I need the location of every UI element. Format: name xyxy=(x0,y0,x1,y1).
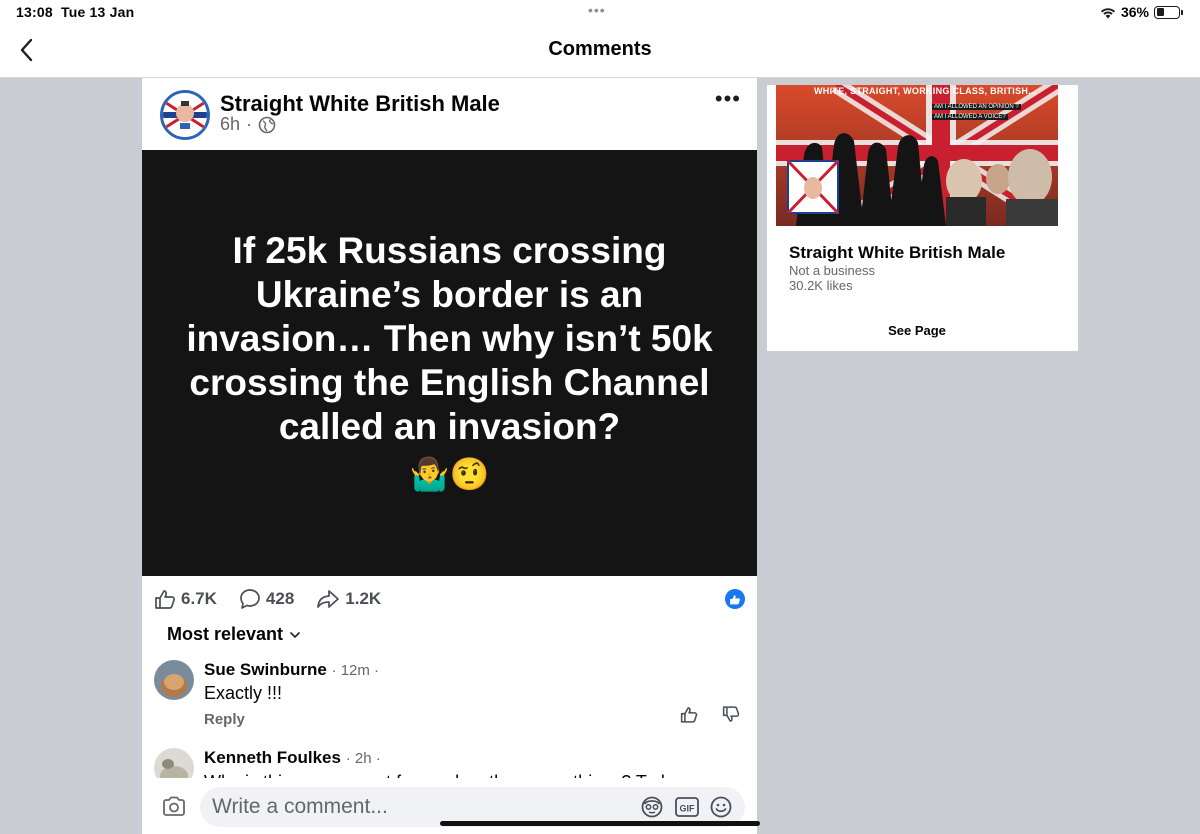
post-time[interactable]: 6h xyxy=(220,114,240,135)
cover-subline-2: AM I ALLOWED A VOICE? xyxy=(932,114,1008,120)
comment-time: · 2h · xyxy=(345,750,381,767)
cover-subline-1: AM I ALLOWED AN OPINION ? xyxy=(932,104,1021,110)
reactions-count: 6.7K xyxy=(181,589,217,608)
page-category: Not a business xyxy=(789,263,875,278)
avatar-photo xyxy=(154,748,194,782)
page-name[interactable]: Straight White British Male xyxy=(789,243,1005,263)
commenter-name-text: Kenneth Foulkes xyxy=(204,748,341,767)
share-button[interactable]: 1.2K xyxy=(316,589,381,609)
page-likes: 30.2K likes xyxy=(789,278,853,293)
post-text: If 25k Russians crossing Ukraine’s borde… xyxy=(186,230,713,447)
post-image[interactable]: If 25k Russians crossing Ukraine’s borde… xyxy=(142,150,757,576)
emoji-button[interactable] xyxy=(709,795,733,824)
like-button[interactable]: 6.7K xyxy=(154,589,217,609)
chevron-down-icon xyxy=(290,631,300,638)
page-cover-image[interactable]: WHITE, STRAIGHT, WORKING CLASS, BRITISH.… xyxy=(776,85,1058,226)
gif-icon: GIF xyxy=(675,797,699,817)
thumbs-up-icon xyxy=(680,707,698,723)
comment-upvote-button[interactable] xyxy=(680,706,698,728)
avatar-photo xyxy=(154,660,194,700)
page-title: Comments xyxy=(548,38,652,60)
wifi-icon xyxy=(1100,7,1115,18)
sort-dropdown[interactable]: Most relevant xyxy=(167,624,301,645)
camera-icon xyxy=(163,796,185,816)
top-bar: 13:08 Tue 13 Jan ••• 36% Comments xyxy=(0,0,1200,78)
battery-percent: 36% xyxy=(1120,4,1149,20)
post-meta: 6h · xyxy=(220,114,276,135)
meta-separator: · xyxy=(246,114,253,134)
commenter-name[interactable]: Sue Swinburne · 12m · xyxy=(204,660,379,680)
thumbs-up-icon xyxy=(155,590,175,609)
comment-item: Sue Swinburne · 12m · Exactly !!! Reply xyxy=(154,660,745,730)
more-options-button[interactable]: ••• xyxy=(715,86,741,112)
avatar-sticker-icon xyxy=(641,796,663,818)
thumbs-up-icon xyxy=(730,594,740,604)
battery-icon xyxy=(1154,5,1183,19)
gif-button[interactable]: GIF xyxy=(674,795,700,824)
status-indicators: 36% xyxy=(1100,4,1183,20)
status-time: 13:08 Tue 13 Jan xyxy=(16,4,134,20)
commenter-name-text: Sue Swinburne xyxy=(204,660,327,679)
commenter-avatar[interactable] xyxy=(154,660,194,700)
clock: 13:08 xyxy=(16,4,53,20)
smiley-icon xyxy=(710,796,732,818)
thumbs-down-icon xyxy=(722,706,740,722)
comment-time: · 12m · xyxy=(331,662,380,679)
post-card: Straight White British Male 6h · ••• If … xyxy=(142,78,757,834)
post-actions: 6.7K 428 1.2K xyxy=(154,586,745,612)
page-card: WHITE, STRAIGHT, WORKING CLASS, BRITISH.… xyxy=(767,85,1078,351)
home-indicator[interactable] xyxy=(440,821,760,826)
post-emojis: 🤷‍♂️🤨 xyxy=(409,456,490,492)
comment-text: Exactly !!! xyxy=(204,683,283,703)
globe-icon xyxy=(258,116,276,133)
sort-label: Most relevant xyxy=(167,624,284,644)
comment-input[interactable] xyxy=(212,793,632,821)
date: Tue 13 Jan xyxy=(61,4,135,20)
share-arrow-icon xyxy=(317,590,340,608)
page-avatar[interactable] xyxy=(160,90,210,140)
commenter-name[interactable]: Kenneth Foulkes · 2h · xyxy=(204,748,381,768)
battery-fill xyxy=(1156,8,1165,16)
comment-bubble-icon xyxy=(240,589,260,609)
shares-count: 1.2K xyxy=(345,589,382,608)
multitasking-dots-icon[interactable]: ••• xyxy=(588,2,606,18)
svg-text:GIF: GIF xyxy=(680,804,696,814)
comment-item: Kenneth Foulkes · 2h · Why is this gover… xyxy=(154,748,745,782)
cover-banner-text: WHITE, STRAIGHT, WORKING CLASS, BRITISH.… xyxy=(814,86,1037,96)
camera-button[interactable] xyxy=(162,796,186,821)
like-reaction-icon[interactable] xyxy=(725,589,745,609)
page-logo-icon xyxy=(163,93,207,137)
comment-downvote-button[interactable] xyxy=(722,706,740,728)
avatar-sticker-button[interactable] xyxy=(640,795,664,824)
see-page-button[interactable]: See Page xyxy=(767,323,1067,338)
reply-button[interactable]: Reply xyxy=(204,711,245,728)
comment-button[interactable]: 428 xyxy=(239,588,294,610)
comments-count: 428 xyxy=(265,589,295,608)
commenter-avatar[interactable] xyxy=(154,748,194,782)
